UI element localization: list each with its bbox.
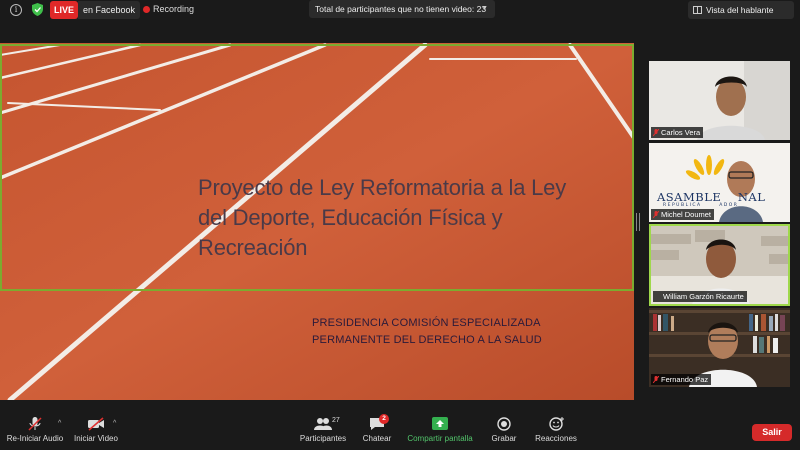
video-tile-michel-doumet[interactable]: ASAMBLE NAL REPÚBLICA ADOR Michel Doumet (649, 143, 790, 222)
background-text: ASAMBLE NAL (657, 190, 766, 204)
compartir-pantalla-label: Compartir pantalla (407, 434, 473, 443)
participants-icon (314, 418, 332, 430)
audio-options-chevron-icon[interactable]: ^ (58, 420, 61, 427)
share-screen-icon (432, 417, 448, 430)
reiniciar-audio-button[interactable]: Re-Iniciar Audio (6, 417, 64, 443)
participants-without-video-dropdown[interactable]: Total de participantes que no tienen vid… (309, 0, 495, 18)
emoji-reaction-icon (549, 417, 564, 431)
participant-name: Michel Doumet (661, 210, 712, 219)
view-grid-icon (693, 6, 702, 14)
view-label: Vista del hablante (706, 5, 774, 15)
slide-subtitle-line-1: PRESIDENCIA COMISIÓN ESPECIALIZADA (312, 317, 541, 329)
meeting-toolbar: Re-Iniciar Audio ^ Iniciar Video ^ 27 Pa… (0, 412, 800, 450)
reacciones-button[interactable]: Reacciones (534, 417, 578, 443)
muted-mic-icon (653, 211, 659, 218)
slide-subtitle: PRESIDENCIA COMISIÓN ESPECIALIZADA PERMA… (312, 315, 632, 349)
record-icon (497, 417, 511, 431)
live-badge[interactable]: LIVE (50, 1, 78, 19)
salir-button[interactable]: Salir (752, 424, 792, 441)
participant-name: Carlos Vera (661, 128, 701, 137)
chatear-label: Chatear (362, 434, 392, 443)
recording-dot-icon (143, 6, 150, 13)
participant-name-tag: Fernando Paz (651, 374, 712, 385)
top-bar: i LIVE en Facebook Recording Total de pa… (0, 0, 800, 20)
participant-count: 27 (332, 417, 340, 424)
chevron-down-icon: ▼ (481, 5, 488, 12)
video-off-icon (88, 417, 104, 431)
participants-dropdown-label: Total de participantes que no tienen vid… (315, 4, 487, 14)
slide-subtitle-line-2: PERMANENTE DEL DERECHO A LA SALUD (312, 334, 542, 346)
participantes-label: Participantes (299, 434, 347, 443)
iniciar-video-label: Iniciar Video (74, 434, 118, 443)
compartir-pantalla-button[interactable]: Compartir pantalla (404, 417, 476, 443)
muted-microphone-icon (28, 417, 42, 431)
background-subtext: REPÚBLICA ADOR (663, 203, 739, 208)
participant-name-tag: Carlos Vera (651, 127, 704, 138)
video-tile-carlos-vera[interactable]: Carlos Vera (649, 61, 790, 140)
video-tile-fernando-paz[interactable]: Fernando Paz (649, 308, 790, 387)
grabar-button[interactable]: Grabar (489, 417, 519, 443)
reiniciar-audio-label: Re-Iniciar Audio (6, 434, 64, 443)
zoom-meeting-window: i LIVE en Facebook Recording Total de pa… (0, 0, 800, 450)
muted-mic-icon (653, 129, 659, 136)
reacciones-label: Reacciones (535, 434, 577, 443)
shield-icon[interactable] (32, 3, 43, 16)
participantes-button[interactable]: 27 Participantes (298, 417, 348, 443)
participant-name-tag: Michel Doumet (651, 209, 715, 220)
participant-name-tag: William Garzón Ricaurte (653, 291, 747, 302)
chatear-button[interactable]: 2 Chatear (360, 414, 394, 443)
video-options-chevron-icon[interactable]: ^ (113, 420, 116, 427)
participant-name: William Garzón Ricaurte (663, 292, 744, 301)
participant-name: Fernando Paz (661, 375, 709, 384)
muted-mic-icon (653, 376, 659, 383)
info-icon[interactable]: i (10, 4, 22, 16)
video-tile-william-garzon-ricaurte[interactable]: William Garzón Ricaurte (649, 224, 790, 306)
recording-label: Recording (153, 4, 195, 14)
shared-screen-slide: Proyecto de Ley Reformatoria a la Ley de… (0, 43, 634, 400)
grabar-label: Grabar (491, 434, 517, 443)
live-destination[interactable]: en Facebook (78, 1, 141, 19)
slide-title: Proyecto de Ley Reformatoria a la Ley de… (198, 175, 567, 260)
resize-handle[interactable] (636, 213, 640, 231)
chat-unread-badge: 2 (379, 414, 389, 424)
speaker-view-button[interactable]: Vista del hablante (688, 1, 794, 19)
